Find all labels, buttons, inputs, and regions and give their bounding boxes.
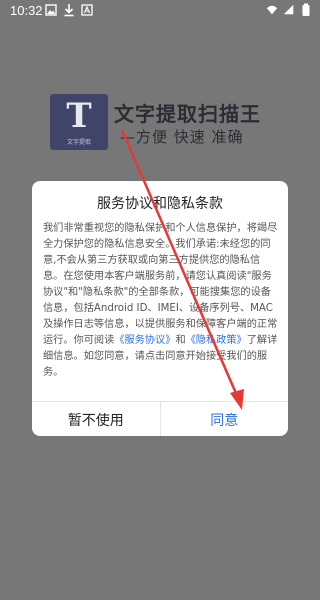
logo-letter: T [66,96,92,136]
image-icon [45,4,57,16]
app-branding: T 文字提取 文字提取扫描王 —方便 快速 准确 [50,94,290,150]
dialog-body: 我们非常重视您的隐私保护和个人信息保护，将竭尽全力保护您的隐私信息安全。我们承诺… [43,221,279,381]
agree-button[interactable]: 同意 [161,402,289,436]
service-agreement-link[interactable]: 《服务协议》 [114,335,175,346]
app-title: 文字提取扫描王 [114,102,261,126]
wifi-icon [266,5,278,15]
logo-subtext: 文字提取 [66,139,91,146]
a-icon [81,4,93,16]
decline-button[interactable]: 暂不使用 [32,402,161,436]
battery-icon [302,3,310,16]
privacy-policy-link[interactable]: 《隐私政策》 [186,335,247,346]
dialog-body-text: 我们非常重视您的隐私保护和个人信息保护，将竭尽全力保护您的隐私信息安全。我们承诺… [43,223,278,346]
status-time: 10:32 [10,3,43,18]
app-slogan: —方便 快速 准确 [120,128,244,146]
status-bar: 10:32 [0,0,320,22]
privacy-dialog: 服务协议和隐私条款 我们非常重视您的隐私保护和个人信息保护，将竭尽全力保护您的隐… [32,181,288,436]
dialog-body-and: 和 [175,335,186,346]
dialog-title: 服务协议和隐私条款 [97,196,223,212]
dialog-buttons: 暂不使用 同意 [32,401,288,436]
download-icon [64,4,74,17]
system-icons [266,3,312,17]
notification-icons [45,3,93,17]
signal-icon [283,4,294,15]
app-logo: T 文字提取 [50,94,108,150]
